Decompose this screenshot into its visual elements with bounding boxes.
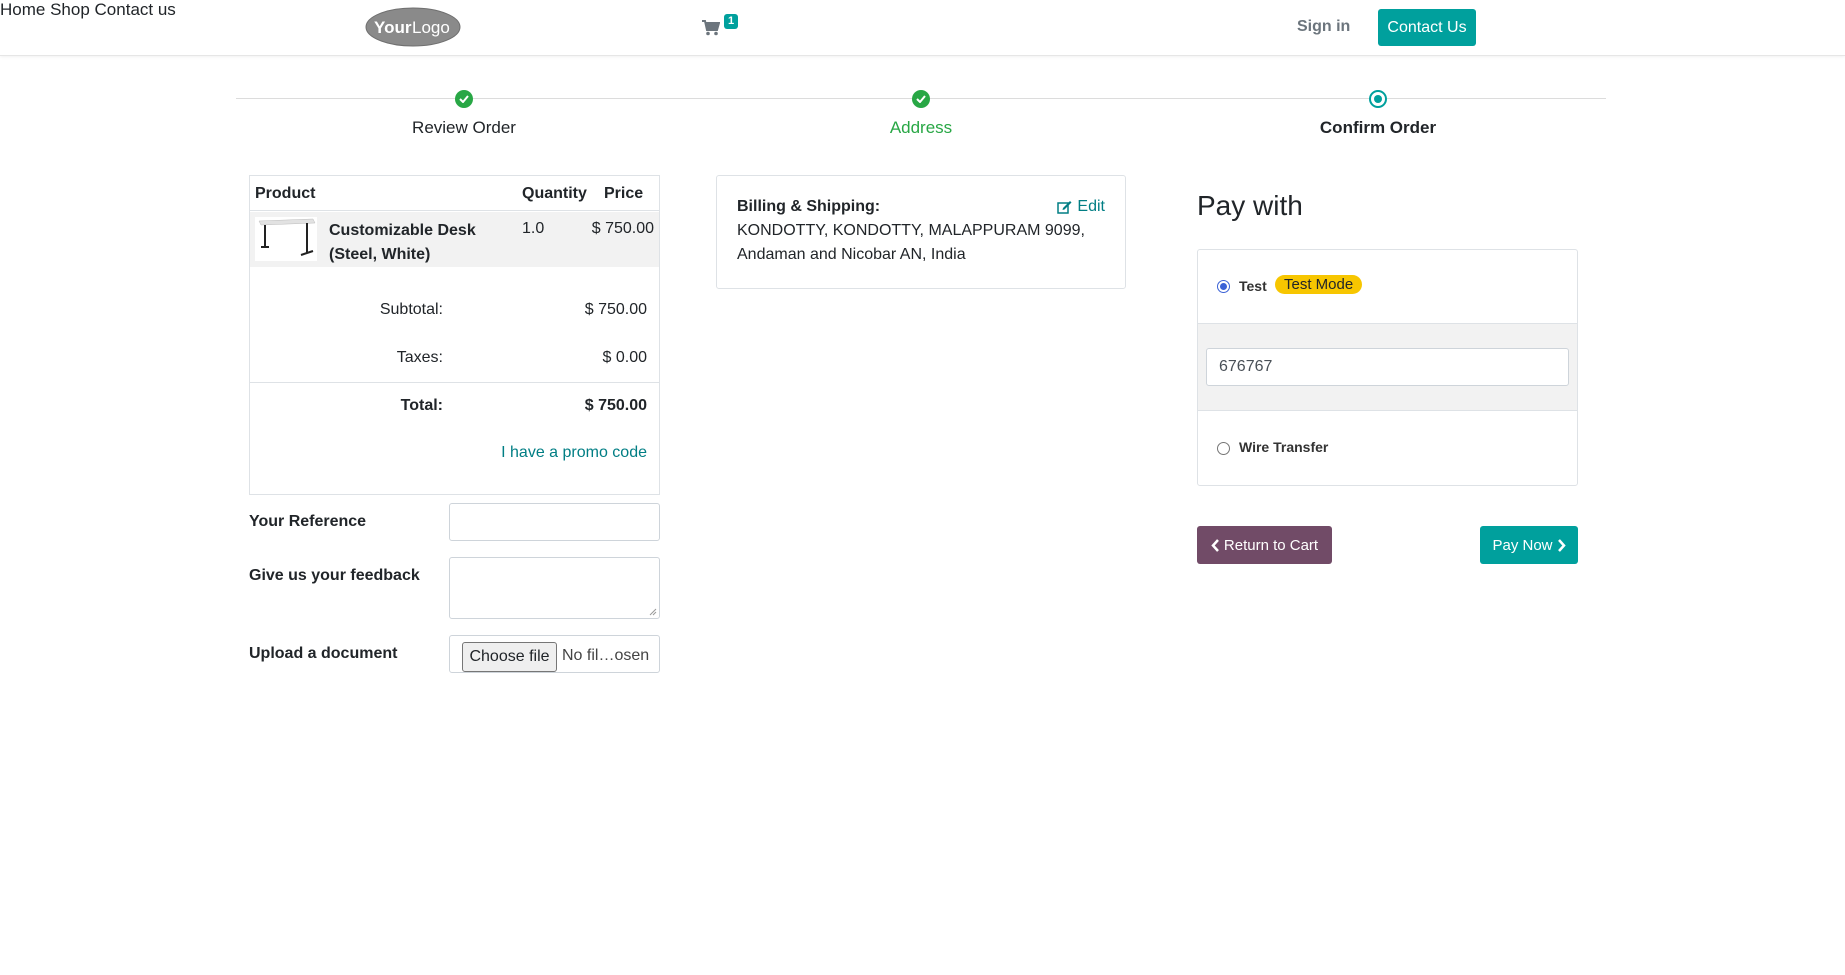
payment-option-test[interactable]: Test Test Mode xyxy=(1198,250,1577,324)
step-confirm-order: Confirm Order xyxy=(1319,118,1437,137)
svg-text:Your: Your xyxy=(374,18,412,37)
edit-address-link[interactable]: Edit xyxy=(1057,198,1105,216)
upload-label: Upload a document xyxy=(249,645,398,662)
payment-methods: Test Test Mode 676767 Wire Transfer xyxy=(1197,249,1578,486)
pay-with-heading: Pay with xyxy=(1197,190,1303,221)
edit-icon xyxy=(1057,201,1072,214)
subtotal-value: $ 750.00 xyxy=(584,301,647,318)
table-header: Product Quantity Price xyxy=(250,176,659,211)
col-price: Price xyxy=(604,185,644,202)
radio-test[interactable] xyxy=(1217,280,1230,293)
product-quantity: 1.0 xyxy=(522,220,545,237)
chevron-left-icon xyxy=(1211,538,1219,552)
feedback-label: Give us your feedback xyxy=(249,567,420,584)
address-title: Billing & Shipping: xyxy=(737,198,881,215)
pay-now-button[interactable]: Pay Now xyxy=(1480,526,1578,564)
billing-shipping-card: Billing & Shipping: Edit KONDOTTY, KONDO… xyxy=(716,175,1126,289)
product-name[interactable]: Customizable Desk (Steel, White) xyxy=(329,219,489,267)
choose-file-button[interactable]: Choose file xyxy=(462,642,557,672)
resize-handle-icon[interactable] xyxy=(649,608,657,616)
col-quantity: Quantity xyxy=(522,185,587,202)
chevron-right-icon xyxy=(1557,538,1566,552)
card-token-input[interactable]: 676767 xyxy=(1206,348,1569,386)
total-label: Total: xyxy=(400,397,443,414)
step-done-icon xyxy=(912,90,930,108)
radio-wire-transfer[interactable] xyxy=(1217,442,1230,455)
taxes-label: Taxes: xyxy=(396,349,443,366)
sign-in-link[interactable]: Sign in xyxy=(1297,18,1350,36)
address-line-1: KONDOTTY, KONDOTTY, MALAPPURAM 9099, xyxy=(737,222,1085,239)
total-value: $ 750.00 xyxy=(584,397,647,414)
divider xyxy=(250,382,659,383)
reference-label: Your Reference xyxy=(249,513,367,530)
contact-us-button[interactable]: Contact Us xyxy=(1378,9,1476,46)
order-summary-table: Product Quantity Price Customizable Desk… xyxy=(249,175,660,495)
file-upload-field[interactable]: Choose file No fil…osen xyxy=(449,635,660,673)
nav-home[interactable]: Home xyxy=(0,0,45,19)
step-done-icon xyxy=(455,90,473,108)
return-to-cart-button[interactable]: Return to Cart xyxy=(1197,526,1332,564)
subtotal-label: Subtotal: xyxy=(379,301,443,318)
step-review-order[interactable]: Review Order xyxy=(412,118,516,138)
product-price: $ 750.00 xyxy=(591,220,654,237)
test-mode-badge: Test Mode xyxy=(1275,275,1363,294)
file-status-text: No fil…osen xyxy=(562,647,650,664)
step-current-icon xyxy=(1369,90,1387,108)
payment-option-label: Test xyxy=(1239,278,1267,294)
address-line-2: Andaman and Nicobar AN, India xyxy=(737,246,966,263)
payment-option-wire-transfer[interactable]: Wire Transfer xyxy=(1198,411,1577,485)
cart-count-badge: 1 xyxy=(724,14,739,29)
taxes-value: $ 0.00 xyxy=(602,349,647,366)
feedback-textarea[interactable] xyxy=(449,557,660,619)
table-row: Customizable Desk (Steel, White) 1.0 $ 7… xyxy=(250,212,659,267)
col-product: Product xyxy=(255,185,316,202)
cart-link[interactable]: 1 xyxy=(702,14,739,40)
svg-text:Logo: Logo xyxy=(412,18,450,37)
nav-shop[interactable]: Shop xyxy=(50,0,90,19)
payment-option-label: Wire Transfer xyxy=(1239,439,1329,455)
reference-input[interactable] xyxy=(449,503,660,541)
shopping-cart-icon xyxy=(702,20,720,36)
promo-code-link[interactable]: I have a promo code xyxy=(501,444,647,462)
top-navbar: Your Logo Home Shop Contact us 1 Sign in… xyxy=(0,0,1845,56)
company-logo[interactable]: Your Logo xyxy=(365,7,461,47)
payment-token-section: 676767 xyxy=(1198,324,1577,411)
step-address[interactable]: Address xyxy=(890,118,952,138)
nav-contact-us[interactable]: Contact us xyxy=(95,0,176,19)
product-thumbnail xyxy=(255,217,317,261)
